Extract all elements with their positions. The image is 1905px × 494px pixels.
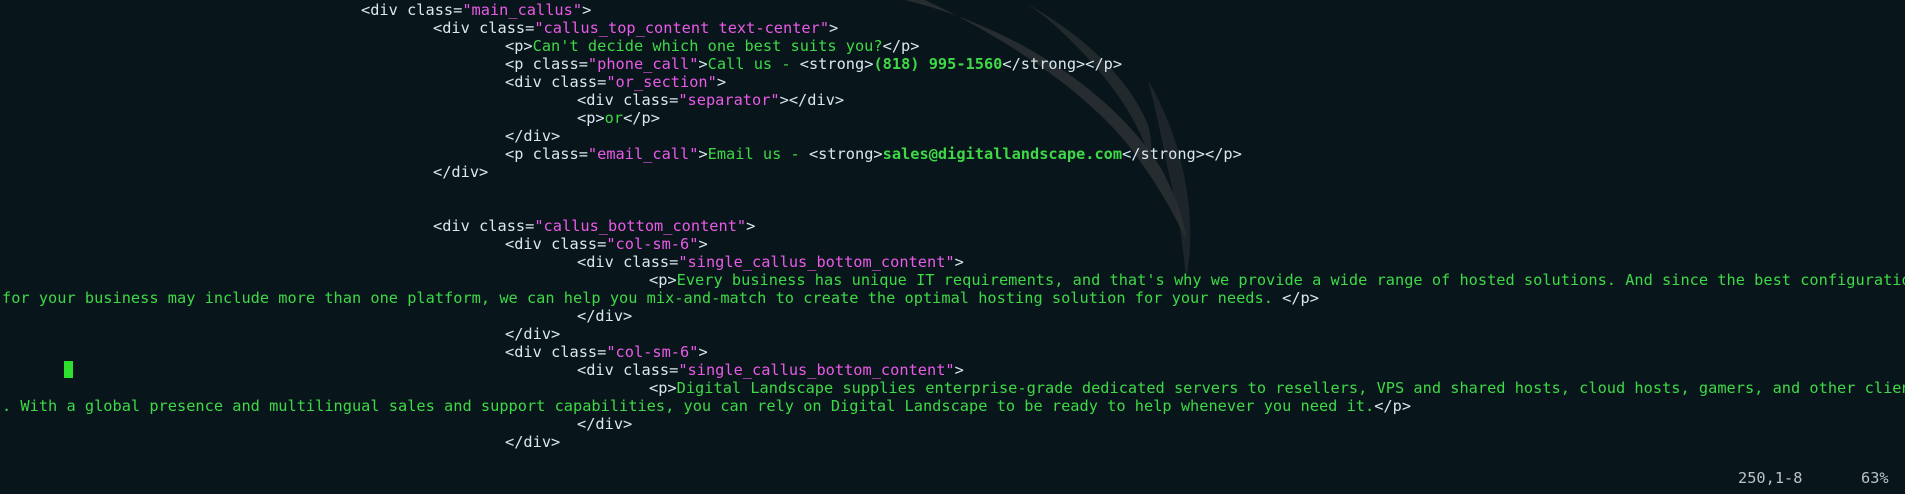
code-token: > [829,19,839,37]
code-line: <div class="col-sm-6"> [0,235,1905,253]
code-token: class= [623,91,679,109]
code-token: <strong> [799,55,874,73]
code-line: <div class="separator"></div> [0,91,1905,109]
code-token: Can't decide which one best suits you? [532,37,883,55]
code-token: class= [479,19,535,37]
code-token: sales@digitallandscape.com [882,145,1123,163]
code-line: <div class="col-sm-6"> [0,343,1905,361]
code-token: <p> [649,271,677,289]
code-token: class= [623,253,679,271]
code-line: </div> [0,433,1905,451]
code-token: Digital Landscape supplies enterprise-gr… [676,379,1905,397]
code-line: </div> [0,127,1905,145]
code-token: "email_call" [587,145,699,163]
code-token: Call us - [707,55,800,73]
code-line: </div> [0,307,1905,325]
code-token: <div [505,73,552,91]
code-token: </div> [505,325,561,343]
code-line: <div class="main_callus"> [0,1,1905,19]
code-line: <p>Digital Landscape supplies enterprise… [0,379,1905,397]
code-token: "separator" [678,91,780,109]
code-token: <p [505,145,533,163]
code-token: <div [577,361,624,379]
code-token: > [716,73,727,91]
code-token: class= [479,217,535,235]
code-line: <p class="phone_call">Call us - <strong>… [0,55,1905,73]
code-editor[interactable]: <div class="main_callus"> <div class="ca… [0,0,1905,494]
code-token: <p> [505,37,533,55]
code-line: <p>Can't decide which one best suits you… [0,37,1905,55]
code-line: <div class="single_callus_bottom_content… [0,361,1905,379]
code-token: <strong> [808,145,883,163]
code-token: > [582,1,592,19]
code-token: </div> [505,127,561,145]
code-token: "col-sm-6" [606,235,699,253]
code-token: > [698,343,708,361]
code-token: <div [577,91,624,109]
code-token: <div [505,235,552,253]
code-token: "callus_bottom_content" [534,217,747,235]
code-token: <p> [577,109,605,127]
code-token: Email us - [707,145,809,163]
code-token: Every business has unique IT requirement… [676,271,1905,289]
code-token: class= [551,343,607,361]
code-token: "or_section" [606,73,717,91]
cursor-position: 250,1-8 [1738,469,1803,487]
code-token: > [954,361,964,379]
code-line: <div class="callus_bottom_content"> [0,217,1905,235]
code-token: class= [532,145,588,163]
code-token: class= [623,361,679,379]
code-token: <div [361,1,408,19]
code-line: <div class="single_callus_bottom_content… [0,253,1905,271]
code-token: </div> [577,415,633,433]
code-line: <p>Every business has unique IT requirem… [0,271,1905,289]
code-token: . With a global presence and multilingua… [2,397,1375,415]
code-token: </p> [623,109,660,127]
code-token: or [604,109,624,127]
code-token: > [698,145,708,163]
code-line: <p>or</p> [0,109,1905,127]
code-line: for your business may include more than … [0,289,1905,307]
code-token: ></div> [779,91,845,109]
code-token: </div> [433,163,489,181]
code-token: </p> [1282,289,1319,307]
code-token: <div [505,343,552,361]
code-token: class= [407,1,463,19]
scroll-percent: 63% [1861,469,1889,487]
code-token: "callus_top_content text-center" [534,19,830,37]
code-token: <p [505,55,533,73]
code-token: "single_callus_bottom_content" [678,361,955,379]
code-token: </p> [1374,397,1412,415]
text-cursor [64,361,73,378]
code-token: (818) 995-1560 [873,55,1003,73]
code-token: "col-sm-6" [606,343,699,361]
code-token: </strong></p> [1122,145,1242,163]
code-token: </p> [882,37,920,55]
code-token: </div> [577,307,633,325]
code-token: > [698,55,708,73]
code-token: <p> [649,379,677,397]
code-token: class= [551,235,607,253]
code-token: for your business may include more than … [2,289,1283,307]
code-line: </div> [0,325,1905,343]
code-line: <div class="callus_top_content text-cent… [0,19,1905,37]
code-token: </div> [505,433,561,451]
code-token: <div [433,217,480,235]
code-token: "main_callus" [462,1,583,19]
code-token: class= [532,55,588,73]
code-line: </div> [0,415,1905,433]
code-token: "single_callus_bottom_content" [678,253,955,271]
code-token: > [954,253,964,271]
code-token: <div [433,19,480,37]
code-line: <div class="or_section"> [0,73,1905,91]
code-token: <div [577,253,624,271]
code-line: </div> [0,163,1905,181]
code-token: > [698,235,708,253]
code-token: </strong></p> [1002,55,1123,73]
code-token: "phone_call" [587,55,699,73]
code-line: <p class="email_call">Email us - <strong… [0,145,1905,163]
code-token: class= [551,73,607,91]
code-line: . With a global presence and multilingua… [0,397,1905,415]
code-token: > [746,217,756,235]
